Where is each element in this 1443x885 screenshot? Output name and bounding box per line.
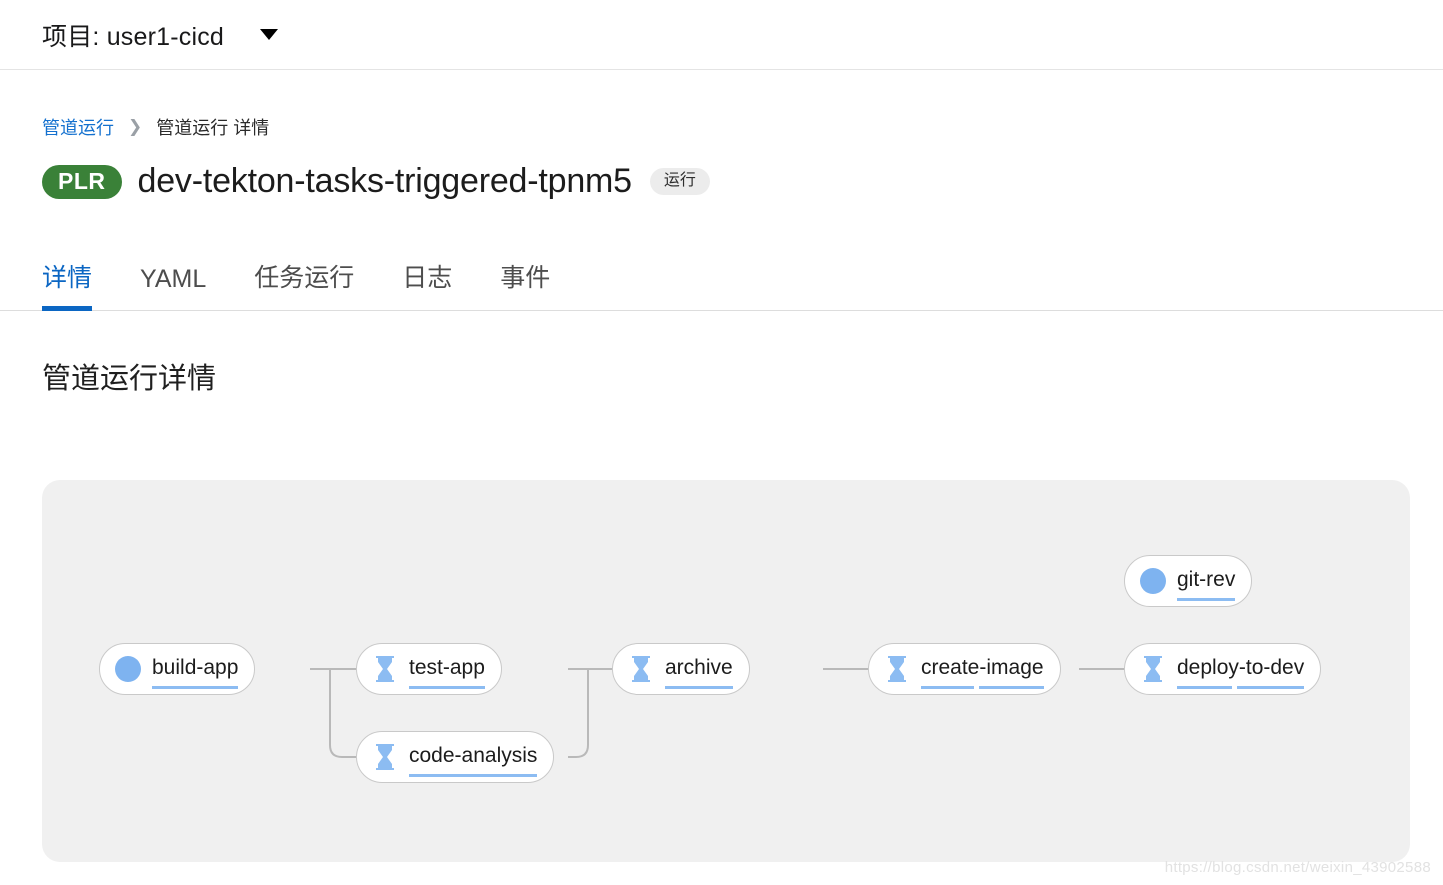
pipeline-node-archive[interactable]: archive [612, 643, 750, 695]
pipeline-node-label: archive [665, 656, 733, 689]
chevron-down-icon[interactable] [260, 29, 279, 40]
tab-bar: 详情 YAML 任务运行 日志 事件 [0, 245, 1443, 311]
pipeline-node-test-app[interactable]: test-app [356, 643, 502, 695]
hourglass-icon [370, 742, 400, 772]
running-dot-icon [113, 654, 143, 684]
pipeline-node-git-rev[interactable]: git-rev [1124, 555, 1253, 607]
project-selector-label[interactable]: 项目: user1-cicd [42, 17, 224, 53]
pipeline-node-label: deploy-to-dev [1177, 656, 1305, 689]
pipeline-node-deploy-to-dev[interactable]: deploy-to-dev [1124, 643, 1322, 695]
tab-logs[interactable]: 日志 [402, 258, 452, 310]
breadcrumb-separator-icon: ❯ [128, 117, 143, 136]
hourglass-icon-glyph [888, 656, 906, 682]
project-bar: 项目: user1-cicd [0, 0, 1443, 70]
tab-events[interactable]: 事件 [500, 258, 550, 310]
hourglass-icon-glyph [1144, 656, 1162, 682]
tab-details[interactable]: 详情 [42, 258, 93, 311]
section-heading: 管道运行详情 [42, 363, 217, 395]
page-title: dev-tekton-tasks-triggered-tpnm5 [137, 162, 633, 200]
hourglass-icon [626, 654, 656, 684]
pipeline-node-label: build-app [152, 656, 239, 689]
pipeline-node-label: git-rev [1177, 568, 1236, 601]
hourglass-icon [370, 654, 400, 684]
tab-taskruns[interactable]: 任务运行 [254, 258, 354, 310]
hourglass-icon-glyph [376, 656, 394, 682]
watermark: https://blog.csdn.net/weixin_43902588 [1164, 859, 1431, 876]
breadcrumb: 管道运行 ❯ 管道运行 详情 [0, 114, 1443, 140]
hourglass-icon [882, 654, 912, 684]
running-dot-icon [1138, 566, 1168, 596]
status-badge: 运行 [649, 168, 710, 195]
hourglass-icon [1138, 654, 1168, 684]
pipeline-node-label: test-app [409, 656, 485, 689]
pipeline-node-label: code-analysis [409, 744, 538, 777]
pipeline-node-code-analysis[interactable]: code-analysis [356, 731, 555, 783]
page-title-row: PLR dev-tekton-tasks-triggered-tpnm5 运行 [0, 162, 1443, 201]
pipeline-node-build-app[interactable]: build-app [99, 643, 256, 695]
pipeline-node-label: create-image [921, 656, 1044, 689]
tab-yaml[interactable]: YAML [140, 265, 206, 310]
pipeline-graph-panel: git-rev build-app test-app code-analysis [42, 480, 1410, 862]
breadcrumb-current: 管道运行 详情 [156, 118, 270, 138]
pipeline-node-create-image[interactable]: create-image [868, 643, 1061, 695]
hourglass-icon-glyph [376, 744, 394, 770]
hourglass-icon-glyph [632, 656, 650, 682]
breadcrumb-link-pipelineruns[interactable]: 管道运行 [42, 114, 114, 140]
resource-type-badge: PLR [42, 164, 122, 199]
